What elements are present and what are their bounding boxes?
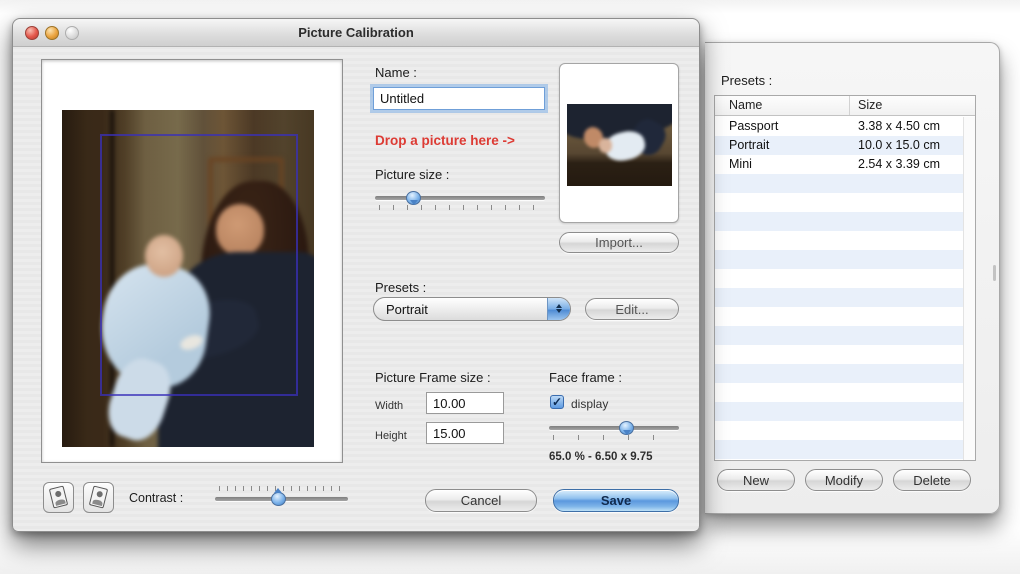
- table-row[interactable]: Passport 3.38 x 4.50 cm: [715, 117, 963, 136]
- picture-size-label: Picture size :: [375, 167, 450, 182]
- width-label: Width: [375, 400, 404, 412]
- face-frame-slider-ticks: [553, 435, 675, 440]
- height-label: Height: [375, 430, 407, 442]
- picture-calibration-window: Picture Calibration Contrast: Name: Un…: [12, 18, 700, 532]
- picture-size-slider-ticks: [379, 205, 541, 210]
- contrast-slider-thumb[interactable]: [270, 492, 286, 506]
- preset-size-cell: 3.38 x 4.50 cm: [858, 119, 940, 133]
- drawer-button-row: New Modify Delete: [705, 469, 999, 491]
- presets-table: Name Size Passport 3.38 x 4.50 cm Portra…: [714, 95, 976, 461]
- drop-picture-hint: Drop a picture here ->: [375, 133, 515, 148]
- delete-button[interactable]: Delete: [893, 469, 971, 491]
- contrast-slider[interactable]: [215, 484, 348, 510]
- face-frame-readout: 65.0 % - 6.50 x 9.75: [549, 451, 653, 463]
- picture-drop-well[interactable]: [559, 63, 679, 223]
- column-header-size[interactable]: Size: [850, 96, 975, 115]
- presets-label: Presets :: [375, 280, 427, 295]
- preset-size-cell: 2.54 x 3.39 cm: [858, 157, 940, 171]
- display-checkbox-label: display: [571, 397, 609, 411]
- picture-size-slider-track[interactable]: [375, 196, 545, 200]
- face-frame-slider-track[interactable]: [549, 426, 679, 430]
- thumbnail-preview: [567, 104, 672, 186]
- photo-preview: [62, 110, 314, 447]
- drawer-resize-handle[interactable]: [993, 265, 996, 281]
- window-title: Picture Calibration: [298, 25, 414, 40]
- cancel-button[interactable]: Cancel: [425, 489, 537, 512]
- preset-name-cell: Portrait: [729, 138, 770, 152]
- presets-popup[interactable]: Portrait: [373, 297, 571, 321]
- picture-size-slider[interactable]: [375, 187, 545, 213]
- import-button[interactable]: Import...: [559, 232, 679, 253]
- presets-panel-title: Presets :: [721, 73, 773, 88]
- chevron-down-icon: [556, 308, 562, 316]
- rotate-right-icon: [88, 485, 109, 509]
- display-checkbox[interactable]: ✓: [550, 395, 564, 409]
- presets-table-body: Passport 3.38 x 4.50 cm Portrait 10.0 x …: [715, 117, 963, 460]
- table-scrollbar[interactable]: [963, 117, 975, 460]
- modify-button[interactable]: Modify: [805, 469, 883, 491]
- presets-drawer: Presets : Name Size Passport 3.38 x 4.50…: [705, 42, 1000, 514]
- face-frame-label: Face frame :: [549, 370, 622, 385]
- zoom-disabled-icon: [65, 26, 79, 40]
- presets-table-header: Name Size: [715, 96, 975, 116]
- picture-frame-size-label: Picture Frame size :: [375, 370, 491, 385]
- column-header-name[interactable]: Name: [715, 96, 850, 115]
- close-icon[interactable]: [25, 26, 39, 40]
- face-frame-slider-thumb[interactable]: [619, 421, 634, 435]
- preset-name-cell: Mini: [729, 157, 752, 171]
- new-button[interactable]: New: [717, 469, 795, 491]
- preset-size-cell: 10.0 x 15.0 cm: [858, 138, 940, 152]
- desktop: Presets : Name Size Passport 3.38 x 4.50…: [0, 0, 1020, 574]
- table-row[interactable]: Portrait 10.0 x 15.0 cm: [715, 136, 963, 155]
- rotate-left-button[interactable]: [43, 482, 74, 513]
- popup-stepper-icon: [547, 298, 570, 320]
- save-button[interactable]: Save: [553, 489, 679, 512]
- presets-popup-value: Portrait: [386, 301, 428, 317]
- width-input[interactable]: [426, 392, 504, 414]
- thumbnail-scene: [567, 104, 672, 186]
- titlebar[interactable]: Picture Calibration: [13, 19, 699, 47]
- photo-canvas[interactable]: [41, 59, 343, 463]
- height-input[interactable]: [426, 422, 504, 444]
- picture-size-slider-thumb[interactable]: [406, 191, 422, 205]
- preset-name-cell: Passport: [729, 119, 779, 133]
- name-label: Name :: [375, 65, 417, 80]
- name-input[interactable]: [373, 87, 545, 110]
- face-frame-slider[interactable]: [549, 417, 679, 443]
- contrast-label: Contrast :: [129, 491, 184, 505]
- rotate-right-button[interactable]: [83, 482, 114, 513]
- checkmark-icon: ✓: [551, 395, 563, 409]
- table-row[interactable]: Mini 2.54 x 3.39 cm: [715, 155, 963, 174]
- edit-button[interactable]: Edit...: [585, 298, 679, 320]
- minimize-icon[interactable]: [45, 26, 59, 40]
- face-frame-overlay[interactable]: [100, 134, 298, 396]
- rotate-left-icon: [48, 485, 69, 509]
- chevron-up-icon: [556, 301, 562, 308]
